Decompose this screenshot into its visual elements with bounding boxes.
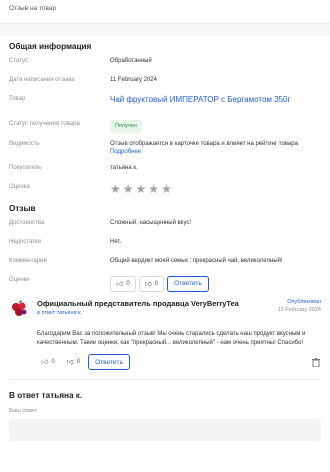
receipt-row: Статус получения товара Получен	[9, 120, 321, 133]
thumb-up-icon: 👍︎	[41, 358, 49, 366]
pros-label: Достоинства	[9, 220, 45, 226]
review-title: Отзыв	[9, 204, 36, 213]
reply-date: 13 February 2024	[277, 306, 321, 313]
visibility-row: Видимость Отзыв отображается в карточке …	[9, 140, 321, 157]
buyer-row: Покупатель татьяна к.	[9, 164, 321, 176]
seller-reply-button[interactable]: Ответить	[88, 354, 130, 370]
comment-label: Комментарий	[9, 258, 47, 264]
trash-icon[interactable]	[312, 358, 320, 369]
comment-row: Комментарий Общий вердикт моей семьи : п…	[9, 257, 321, 269]
date-label: Дата написания отзыва	[9, 77, 75, 83]
page-title: Отзыв на товар	[9, 5, 57, 12]
seller-dislike-count: 0	[76, 359, 81, 365]
review-like-count: 0	[126, 280, 130, 287]
thumb-up-icon: 👍︎	[116, 280, 124, 288]
rating-stars: ★★★★★	[110, 182, 174, 196]
rating-row: Оценка ★★★★★	[9, 183, 321, 197]
header-band	[0, 24, 330, 36]
receipt-label: Статус получения товара	[9, 121, 80, 127]
status-value: Обработанный	[110, 58, 152, 64]
seller-name: Официальный представитель продавца VeryB…	[37, 299, 239, 308]
review-like-button[interactable]: 👍︎ 0	[110, 276, 136, 292]
visibility-label: Видимость	[9, 140, 40, 147]
cons-label: Недостатки	[9, 239, 41, 245]
pros-row: Достоинства Сложный, насыщенный вкус!	[9, 219, 321, 231]
cons-row: Недостатки Нет.	[9, 238, 321, 250]
review-dislike-button[interactable]: 👎︎ 0	[138, 276, 165, 292]
divider	[9, 379, 321, 380]
thumb-down-icon: 👎︎	[66, 358, 74, 366]
seller-like-button[interactable]: 👍︎ 0	[37, 355, 59, 369]
star-icon: ★	[110, 181, 123, 196]
votes-row: Оценки 👍︎ 0 👎︎ 0 Ответить	[9, 276, 321, 292]
comment-value: Общий вердикт моей семьи : прекрасный ча…	[110, 258, 283, 264]
product-label: Товар	[9, 96, 26, 102]
answer-title: В ответ татьяна к.	[9, 391, 83, 400]
seller-reply-text: Благодарим Вас за положительный отзыв! М…	[37, 331, 306, 346]
general-title: Общая информация	[9, 42, 92, 51]
star-icon: ★	[135, 181, 149, 196]
product-link[interactable]: Чай фруктовый ИМПЕРАТОР с Бергамотом 350…	[110, 95, 290, 104]
star-icon: ★	[161, 181, 174, 196]
star-icon: ★	[148, 181, 162, 196]
review-section: Отзыв Достоинства Сложный, насыщенный вк…	[0, 204, 330, 292]
buyer-value: татьяна к.	[110, 164, 138, 171]
date-value: 11 February 2024	[110, 77, 157, 83]
review-vote-group: 👍︎ 0 👎︎ 0 Ответить	[110, 276, 209, 292]
seller-like-count: 0	[51, 359, 55, 365]
date-row: Дата написания отзыва 11 February 2024	[9, 76, 321, 88]
more-link[interactable]: Подробнее	[110, 148, 321, 157]
answer-label: Ваш ответ	[9, 408, 37, 414]
buyer-label: Покупатель	[9, 164, 42, 171]
votes-label: Оценки	[9, 277, 30, 283]
visibility-value: Отзыв отображается в карточке товара и в…	[110, 140, 298, 147]
status-label: Статус	[9, 58, 28, 64]
rating-label: Оценка	[9, 183, 30, 190]
page-header: Отзыв на товар	[0, 0, 330, 24]
cons-value: Нет.	[110, 239, 122, 245]
pros-value: Сложный, насыщенный вкус!	[110, 220, 192, 226]
seller-reply: Официальный представитель продавца VeryB…	[0, 299, 330, 370]
review-reply-button[interactable]: Ответить	[167, 276, 209, 292]
seller-dislike-button[interactable]: 👎︎ 0	[63, 355, 84, 369]
product-row: Товар Чай фруктовый ИМПЕРАТОР с Бергамот…	[9, 95, 321, 107]
receipt-status-badge: Получен	[110, 120, 142, 133]
star-icon: ★	[122, 181, 136, 196]
review-dislike-count: 0	[154, 280, 159, 287]
in-reply-to: в ответ татьяна к.	[37, 310, 83, 316]
general-section: Общая информация Статус Обработанный Дат…	[0, 42, 330, 196]
status-row: Статус Обработанный	[9, 57, 321, 69]
answer-section: В ответ татьяна к. Ваш ответ	[0, 379, 330, 441]
answer-input[interactable]	[9, 419, 321, 441]
thumb-down-icon: 👎︎	[144, 280, 152, 288]
publication-status: Опубликован	[287, 299, 321, 305]
seller-avatar	[12, 300, 27, 316]
